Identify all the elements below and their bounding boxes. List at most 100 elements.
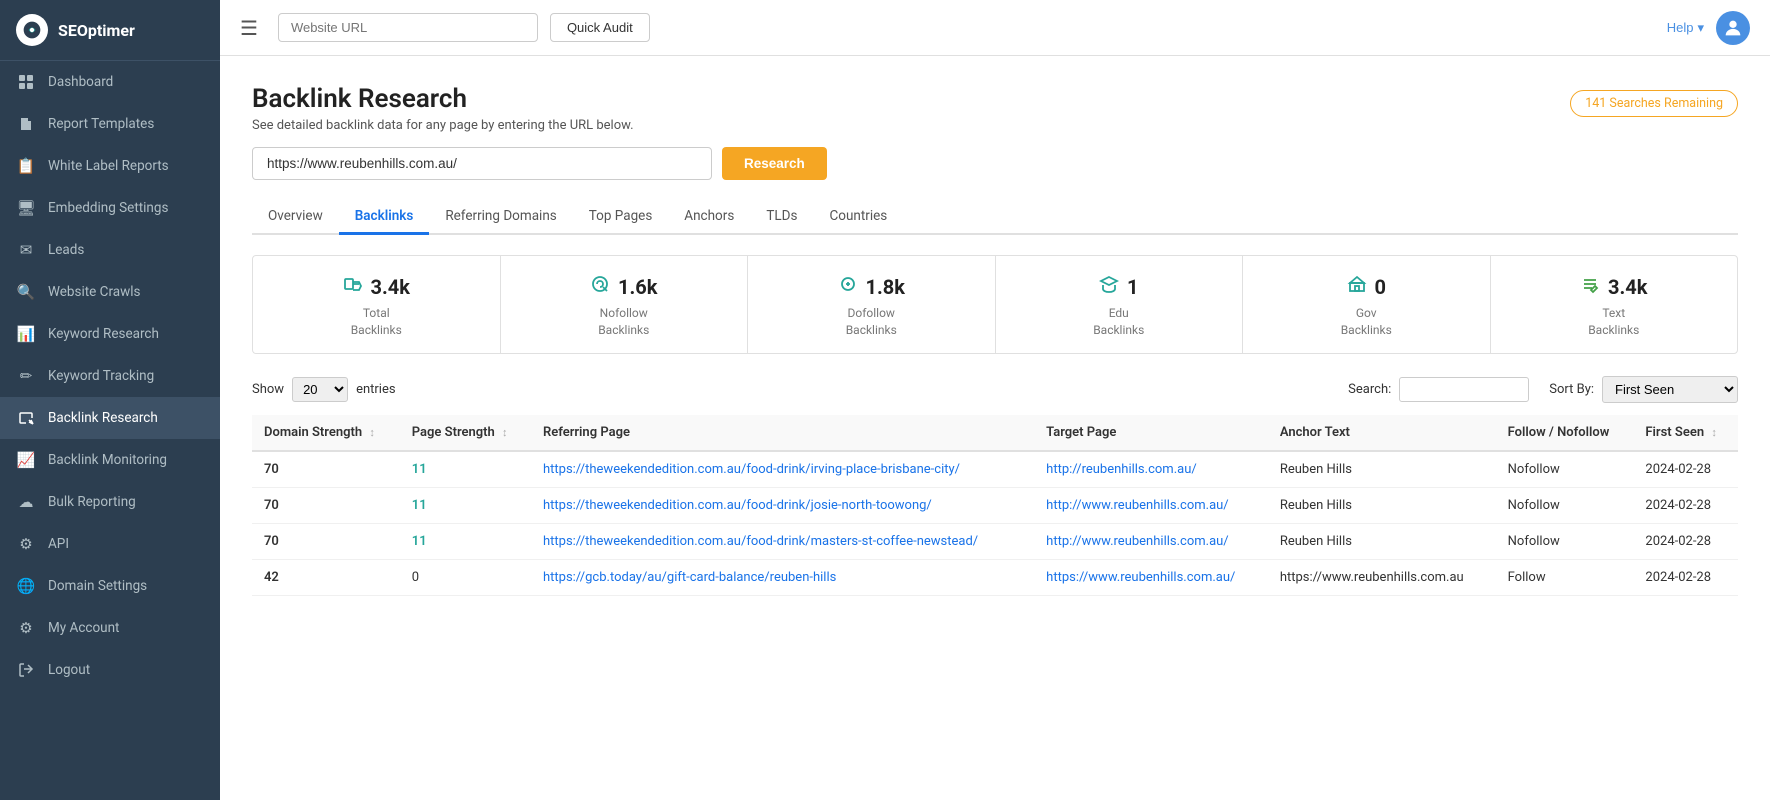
- sort-icon: ↕: [369, 426, 375, 439]
- stat-nofollow-backlinks: 1.6k NofollowBacklinks: [501, 256, 749, 353]
- avatar[interactable]: [1716, 11, 1750, 45]
- dofollow-backlinks-icon: [838, 274, 858, 299]
- sidebar-item-keyword-research[interactable]: 📊 Keyword Research: [0, 313, 220, 355]
- domain-strength-cell: 42: [252, 559, 400, 595]
- sort-by-label: Sort By:: [1549, 382, 1594, 397]
- sort-by-select[interactable]: First SeenDomain StrengthPage Strength: [1602, 376, 1738, 403]
- research-button[interactable]: Research: [722, 147, 827, 180]
- topbar-url-input[interactable]: [278, 13, 538, 42]
- gov-backlinks-value: 0: [1375, 275, 1386, 299]
- url-bar: Research: [252, 147, 1738, 180]
- referring-page-link[interactable]: https://theweekendedition.com.au/food-dr…: [543, 534, 978, 549]
- sidebar-label-leads: Leads: [48, 242, 84, 258]
- total-backlinks-label: TotalBacklinks: [351, 305, 402, 339]
- follow-nofollow-cell: Follow: [1496, 559, 1634, 595]
- sidebar-item-report-templates[interactable]: Report Templates: [0, 103, 220, 145]
- target-page-link[interactable]: https://www.reubenhills.com.au/: [1046, 570, 1235, 585]
- sidebar-item-leads[interactable]: ✉ Leads: [0, 229, 220, 271]
- gov-backlinks-icon: [1347, 274, 1367, 299]
- tabs-bar: OverviewBacklinksReferring DomainsTop Pa…: [252, 200, 1738, 235]
- help-button[interactable]: Help ▾: [1667, 20, 1704, 36]
- searches-remaining-badge: 141 Searches Remaining: [1570, 90, 1738, 117]
- hamburger-icon[interactable]: ☰: [240, 16, 258, 40]
- logout-icon: [16, 660, 36, 680]
- quick-audit-button[interactable]: Quick Audit: [550, 13, 650, 42]
- edu-backlinks-icon: [1099, 274, 1119, 299]
- col-follow-nofollow: Follow / Nofollow: [1496, 415, 1634, 451]
- sidebar-nav: Dashboard Report Templates 📋 White Label…: [0, 61, 220, 691]
- target-page-link[interactable]: http://reubenhills.com.au/: [1046, 462, 1197, 477]
- sidebar-label-white-label-reports: White Label Reports: [48, 158, 169, 174]
- table-row: 70 11 https://theweekendedition.com.au/f…: [252, 523, 1738, 559]
- chevron-down-icon: ▾: [1697, 20, 1704, 36]
- total-backlinks-icon: [343, 274, 363, 299]
- stats-row: 3.4k TotalBacklinks 1.6k NofollowBacklin…: [252, 255, 1738, 354]
- domain-strength-cell: 70: [252, 487, 400, 523]
- stat-text-backlinks: 3.4k TextBacklinks: [1491, 256, 1738, 353]
- page-subtitle: See detailed backlink data for any page …: [252, 118, 634, 133]
- target-page-cell: http://www.reubenhills.com.au/: [1034, 487, 1268, 523]
- referring-page-cell: https://theweekendedition.com.au/food-dr…: [531, 451, 1034, 488]
- referring-page-link[interactable]: https://theweekendedition.com.au/food-dr…: [543, 462, 960, 477]
- sort-icon: ↕: [1711, 426, 1717, 439]
- sidebar-item-backlink-monitoring[interactable]: 📈 Backlink Monitoring: [0, 439, 220, 481]
- referring-page-link[interactable]: https://gcb.today/au/gift-card-balance/r…: [543, 570, 836, 585]
- tab-countries[interactable]: Countries: [813, 200, 903, 235]
- sidebar-item-logout[interactable]: Logout: [0, 649, 220, 691]
- sidebar-item-my-account[interactable]: ⚙ My Account: [0, 607, 220, 649]
- sidebar-item-bulk-reporting[interactable]: ☁ Bulk Reporting: [0, 481, 220, 523]
- domain-strength-cell: 70: [252, 523, 400, 559]
- sidebar-label-logout: Logout: [48, 662, 90, 678]
- tab-top-pages[interactable]: Top Pages: [573, 200, 669, 235]
- table-row: 70 11 https://theweekendedition.com.au/f…: [252, 451, 1738, 488]
- tab-backlinks[interactable]: Backlinks: [339, 200, 430, 235]
- page-strength-cell: 11: [400, 523, 531, 559]
- dofollow-backlinks-value: 1.8k: [866, 275, 905, 299]
- sidebar-item-website-crawls[interactable]: 🔍 Website Crawls: [0, 271, 220, 313]
- referring-page-cell: https://gcb.today/au/gift-card-balance/r…: [531, 559, 1034, 595]
- sidebar-item-keyword-tracking[interactable]: ✏ Keyword Tracking: [0, 355, 220, 397]
- sidebar-logo: SEOptimer: [0, 0, 220, 61]
- anchor-text-cell: Reuben Hills: [1268, 487, 1496, 523]
- main-area: ☰ Quick Audit Help ▾ Backlink Research S…: [220, 0, 1770, 800]
- tab-anchors[interactable]: Anchors: [668, 200, 750, 235]
- sidebar: SEOptimer Dashboard Report Templates 📋 W…: [0, 0, 220, 800]
- website-crawls-icon: 🔍: [16, 282, 36, 302]
- referring-page-cell: https://theweekendedition.com.au/food-dr…: [531, 523, 1034, 559]
- sidebar-item-backlink-research[interactable]: Backlink Research: [0, 397, 220, 439]
- sidebar-item-dashboard[interactable]: Dashboard: [0, 61, 220, 103]
- show-entries-select[interactable]: 102050100: [292, 377, 348, 402]
- target-page-link[interactable]: http://www.reubenhills.com.au/: [1046, 498, 1229, 513]
- col-page-strength[interactable]: Page Strength ↕: [400, 415, 531, 451]
- stat-total-backlinks: 3.4k TotalBacklinks: [253, 256, 501, 353]
- table-search-input[interactable]: [1399, 377, 1529, 402]
- col-first-seen[interactable]: First Seen ↕: [1633, 415, 1738, 451]
- text-backlinks-value: 3.4k: [1608, 275, 1647, 299]
- stat-edu-backlinks: 1 EduBacklinks: [996, 256, 1244, 353]
- sidebar-item-api[interactable]: ⚙ API: [0, 523, 220, 565]
- stat-gov-backlinks: 0 GovBacklinks: [1243, 256, 1491, 353]
- backlinks-table: Domain Strength ↕Page Strength ↕Referrin…: [252, 415, 1738, 596]
- referring-page-link[interactable]: https://theweekendedition.com.au/food-dr…: [543, 498, 932, 513]
- dashboard-icon: [16, 72, 36, 92]
- edu-backlinks-value: 1: [1127, 275, 1138, 299]
- research-url-input[interactable]: [252, 147, 712, 180]
- col-domain-strength[interactable]: Domain Strength ↕: [252, 415, 400, 451]
- follow-nofollow-cell: Nofollow: [1496, 451, 1634, 488]
- sidebar-label-website-crawls: Website Crawls: [48, 284, 141, 300]
- target-page-link[interactable]: http://www.reubenhills.com.au/: [1046, 534, 1229, 549]
- target-page-cell: http://www.reubenhills.com.au/: [1034, 523, 1268, 559]
- col-anchor-text: Anchor Text: [1268, 415, 1496, 451]
- tab-overview[interactable]: Overview: [252, 200, 339, 235]
- bulk-reporting-icon: ☁: [16, 492, 36, 512]
- dofollow-backlinks-label: DofollowBacklinks: [846, 305, 897, 339]
- sidebar-item-domain-settings[interactable]: 🌐 Domain Settings: [0, 565, 220, 607]
- my-account-icon: ⚙: [16, 618, 36, 638]
- nofollow-backlinks-icon: [590, 274, 610, 299]
- sidebar-item-white-label-reports[interactable]: 📋 White Label Reports: [0, 145, 220, 187]
- tab-referring-domains[interactable]: Referring Domains: [429, 200, 572, 235]
- tab-tlds[interactable]: TLDs: [750, 200, 813, 235]
- sidebar-label-my-account: My Account: [48, 620, 119, 636]
- content-area: Backlink Research See detailed backlink …: [220, 56, 1770, 800]
- sidebar-item-embedding-settings[interactable]: 🖥 Embedding Settings: [0, 187, 220, 229]
